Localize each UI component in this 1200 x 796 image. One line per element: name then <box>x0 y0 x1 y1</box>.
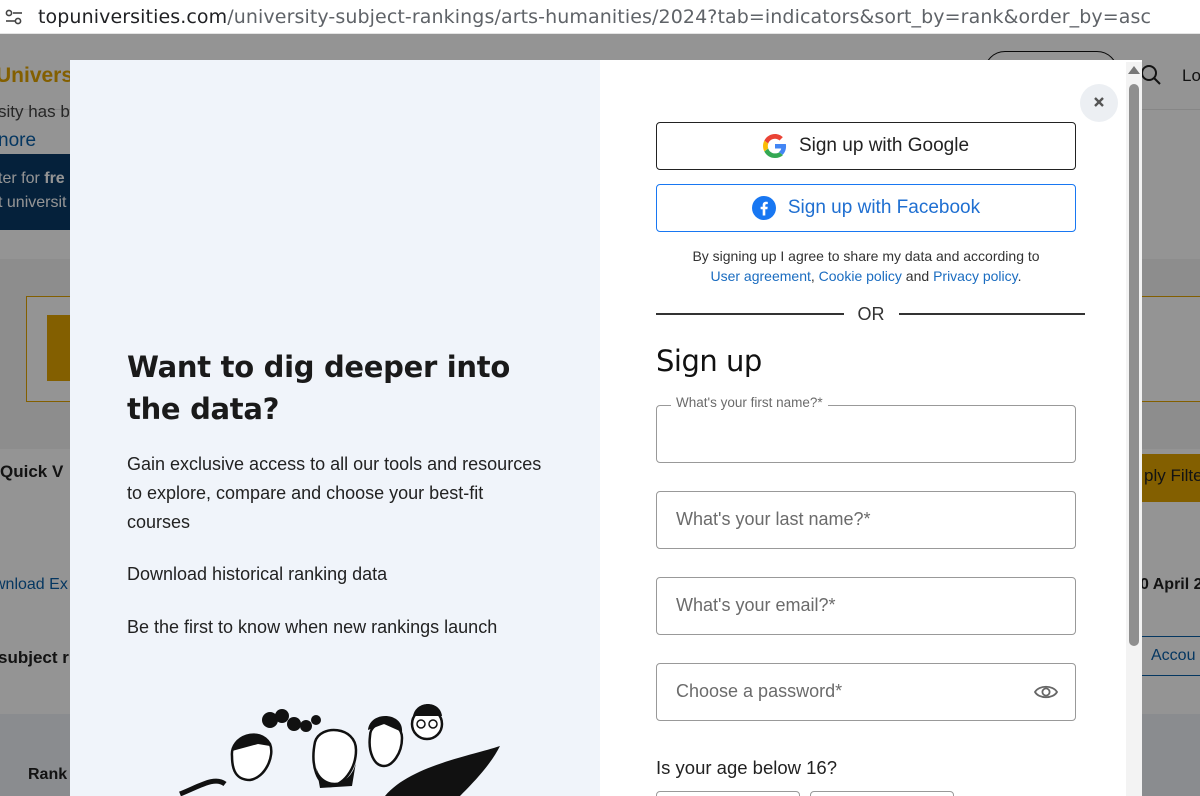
last-name-placeholder: What's your last name?* <box>676 509 871 529</box>
email-placeholder: What's your email?* <box>676 595 836 615</box>
people-illustration <box>179 704 500 796</box>
password-placeholder: Choose a password* <box>676 681 843 701</box>
google-icon <box>762 134 787 158</box>
password-field[interactable]: Choose a password* <box>656 663 1076 721</box>
facebook-signup-button[interactable]: Sign up with Facebook <box>656 184 1076 232</box>
promo-benefit-1: Gain exclusive access to all our tools a… <box>127 454 542 532</box>
age-option-no[interactable] <box>810 791 954 796</box>
promo-title: Want to dig deeper into the data? <box>127 350 510 426</box>
user-agreement-link[interactable]: User agreement <box>710 268 810 284</box>
or-text: OR <box>857 304 885 324</box>
close-icon <box>1093 93 1105 113</box>
cookie-policy-link[interactable]: Cookie policy <box>819 268 902 284</box>
email-field[interactable]: What's your email?* <box>656 577 1076 635</box>
scrollbar-thumb[interactable] <box>1129 84 1139 646</box>
signup-modal: Want to dig deeper into the data? Gain e… <box>70 60 1142 796</box>
scroll-up-arrow-icon[interactable] <box>1128 66 1140 74</box>
facebook-icon <box>751 196 776 220</box>
site-settings-icon[interactable] <box>4 7 24 27</box>
last-name-field[interactable]: What's your last name?* <box>656 491 1076 549</box>
age-option-yes[interactable] <box>656 791 800 796</box>
browser-address-bar[interactable]: topuniversities.com/university-subject-r… <box>0 0 1200 34</box>
url-path: /university-subject-rankings/arts-humani… <box>227 5 1152 28</box>
close-button[interactable] <box>1080 84 1118 122</box>
promo-benefit-3: Be the first to know when new rankings l… <box>127 617 498 637</box>
first-name-field[interactable]: What's your first name?* <box>656 395 1076 463</box>
or-divider: OR <box>656 304 1086 324</box>
first-name-label: What's your first name?* <box>671 395 828 410</box>
google-signup-button[interactable]: Sign up with Google <box>656 122 1076 170</box>
age-question: Is your age below 16? <box>656 757 838 778</box>
google-button-label: Sign up with Google <box>798 135 970 156</box>
eye-icon[interactable] <box>1033 681 1059 703</box>
terms-text: By signing up I agree to share my data a… <box>692 248 1040 284</box>
privacy-policy-link[interactable]: Privacy policy <box>933 268 1018 284</box>
url-text[interactable]: topuniversities.com/university-subject-r… <box>38 6 1151 28</box>
facebook-button-label: Sign up with Facebook <box>787 197 981 218</box>
url-host: topuniversities.com <box>38 5 228 28</box>
signup-title: Sign up <box>656 344 762 378</box>
promo-benefit-2: Download historical ranking data <box>127 564 388 584</box>
